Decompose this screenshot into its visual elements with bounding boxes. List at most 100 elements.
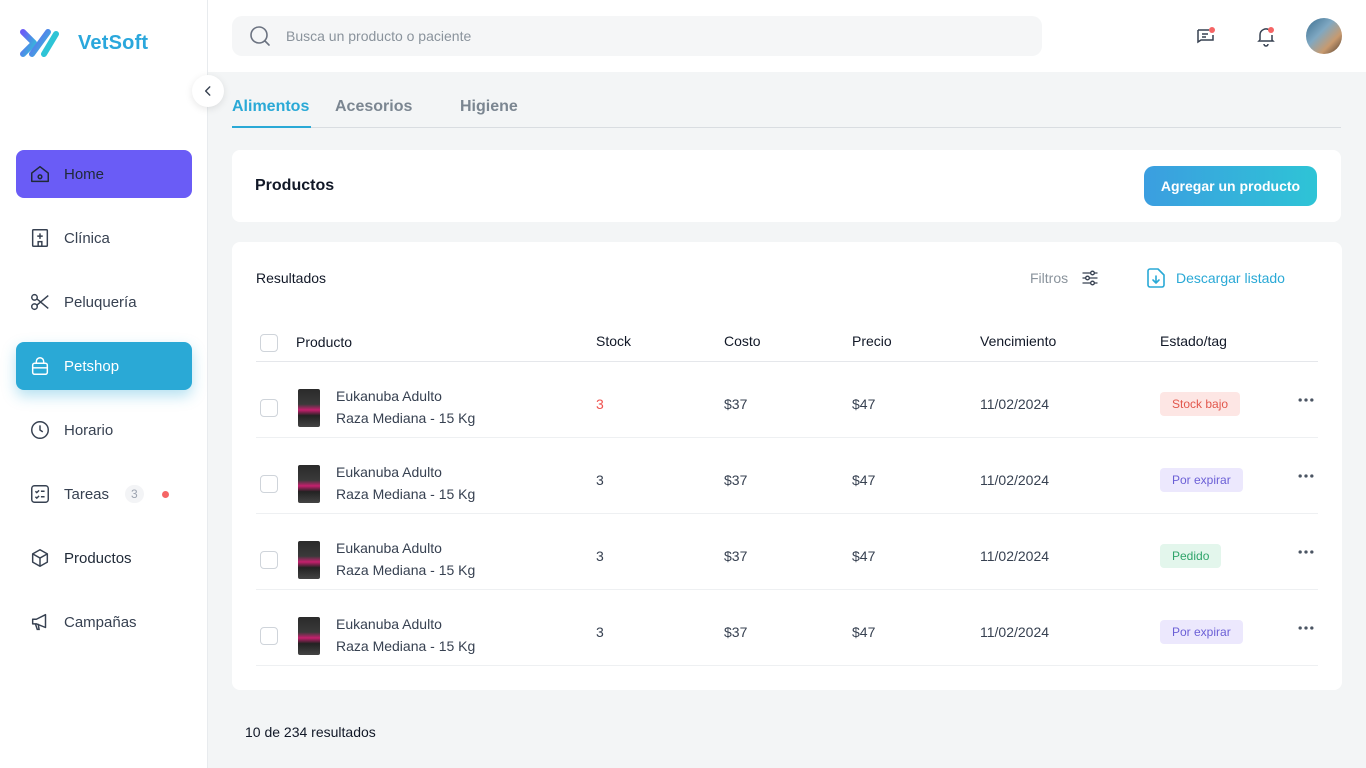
sidebar-item-label: Home <box>64 165 105 183</box>
messages-button[interactable] <box>1194 24 1218 48</box>
table-row[interactable]: Eukanuba Adulto Raza Mediana - 15 Kg 3 $… <box>256 590 1318 666</box>
sidebar-item-label: Productos <box>64 549 132 567</box>
expiry-value: 11/02/2024 <box>980 396 1050 412</box>
download-label: Descargar listado <box>1176 270 1285 286</box>
expiry-value: 11/02/2024 <box>980 472 1050 488</box>
row-checkbox[interactable] <box>260 627 278 645</box>
avatar[interactable] <box>1306 18 1342 54</box>
sidebar-item-label: Petshop <box>64 357 120 375</box>
row-checkbox[interactable] <box>260 475 278 493</box>
search-icon <box>250 26 270 46</box>
top-bar <box>208 0 1366 72</box>
bell-icon <box>1257 27 1275 47</box>
product-name: Eukanuba Adulto Raza Mediana - 15 Kg <box>336 461 475 505</box>
more-horizontal-icon <box>1298 474 1314 478</box>
clock-icon <box>28 418 52 442</box>
stock-value: 3 <box>596 396 604 412</box>
row-actions-button[interactable] <box>1296 390 1316 413</box>
shopping-bag-icon <box>28 354 52 378</box>
price-value: $47 <box>852 624 876 640</box>
more-horizontal-icon <box>1298 398 1314 402</box>
download-file-icon <box>1147 268 1165 288</box>
download-list-button[interactable]: Descargar listado <box>1144 266 1285 290</box>
price-value: $47 <box>852 472 876 488</box>
product-name-line2: Raza Mediana - 15 Kg <box>336 486 476 502</box>
tab-higiene[interactable]: Higiene <box>460 88 518 128</box>
product-name-line1: Eukanuba Adulto <box>336 540 442 556</box>
product-name-line2: Raza Mediana - 15 Kg <box>336 562 476 578</box>
sidebar-item-label: Peluquería <box>64 293 137 311</box>
price-value: $47 <box>852 548 876 564</box>
table-header: Producto Stock Costo Precio Vencimiento … <box>256 322 1318 362</box>
product-thumbnail <box>298 617 320 655</box>
table-row[interactable]: Eukanuba Adulto Raza Mediana - 15 Kg 3 $… <box>256 362 1318 438</box>
table-row[interactable]: Eukanuba Adulto Raza Mediana - 15 Kg 3 $… <box>256 438 1318 514</box>
product-name: Eukanuba Adulto Raza Mediana - 15 Kg <box>336 385 475 429</box>
logo[interactable]: VetSoft <box>20 26 148 60</box>
expiry-value: 11/02/2024 <box>980 624 1050 640</box>
status-badge: Pedido <box>1160 544 1222 568</box>
filters-button[interactable]: Filtros <box>1030 268 1100 288</box>
product-name-line2: Raza Mediana - 15 Kg <box>336 410 476 426</box>
status-badge: Stock bajo <box>1160 392 1241 416</box>
product-name-line2: Raza Mediana - 15 Kg <box>336 638 476 654</box>
search-input[interactable] <box>286 28 986 44</box>
sidebar: VetSoft Home Clínica Peluquería Petshop <box>0 0 208 768</box>
more-horizontal-icon <box>1298 550 1314 554</box>
stock-value: 3 <box>596 472 604 488</box>
product-name: Eukanuba Adulto Raza Mediana - 15 Kg <box>336 613 475 657</box>
stock-value: 3 <box>596 548 604 564</box>
select-all-checkbox[interactable] <box>260 334 278 352</box>
sidebar-item-clinica[interactable]: Clínica <box>16 214 192 262</box>
home-icon <box>28 162 52 186</box>
search-bar <box>232 16 1042 56</box>
sidebar-item-peluqueria[interactable]: Peluquería <box>16 278 192 326</box>
product-thumbnail <box>298 389 320 427</box>
vetsoft-logo-icon <box>20 29 59 57</box>
row-actions-button[interactable] <box>1296 466 1316 489</box>
sidebar-item-tareas[interactable]: Tareas 3 <box>16 470 192 518</box>
clinic-icon <box>28 226 52 250</box>
row-actions-button[interactable] <box>1296 542 1316 565</box>
sidebar-item-horario[interactable]: Horario <box>16 406 192 454</box>
tasks-count-badge: 3 <box>125 485 144 503</box>
sidebar-item-campanas[interactable]: Campañas <box>16 598 192 646</box>
row-actions-button[interactable] <box>1296 618 1316 641</box>
expiry-value: 11/02/2024 <box>980 548 1050 564</box>
status-badge: Por expirar <box>1160 620 1243 644</box>
product-name: Eukanuba Adulto Raza Mediana - 15 Kg <box>336 537 475 581</box>
sidebar-item-label: Clínica <box>64 229 110 247</box>
sidebar-item-productos[interactable]: Productos <box>16 534 192 582</box>
product-name-line1: Eukanuba Adulto <box>336 616 442 632</box>
sidebar-item-home[interactable]: Home <box>16 150 192 198</box>
tasks-notification-dot <box>161 490 169 498</box>
column-header-cost: Costo <box>724 333 761 349</box>
sidebar-item-petshop[interactable]: Petshop <box>16 342 192 390</box>
column-header-price: Precio <box>852 333 892 349</box>
filters-label: Filtros <box>1030 270 1069 286</box>
add-product-button[interactable]: Agregar un producto <box>1144 166 1317 206</box>
column-header-expiry: Vencimiento <box>980 333 1057 349</box>
cost-value: $37 <box>724 472 748 488</box>
sidebar-item-label: Horario <box>64 421 114 439</box>
status-badge: Por expirar <box>1160 468 1243 492</box>
cost-value: $37 <box>724 548 748 564</box>
pagination-summary: 10 de 234 resultados <box>245 724 376 740</box>
more-horizontal-icon <box>1298 626 1314 630</box>
sidebar-item-label: Campañas <box>64 613 137 631</box>
stock-value: 3 <box>596 624 604 640</box>
tab-acesorios[interactable]: Acesorios <box>335 88 460 128</box>
products-header-card: Productos Agregar un producto <box>232 150 1341 222</box>
row-checkbox[interactable] <box>260 551 278 569</box>
page-title: Productos <box>255 177 335 194</box>
box-icon <box>28 546 52 570</box>
tab-alimentos[interactable]: Alimentos <box>232 88 311 128</box>
tab-spacer <box>311 88 335 128</box>
collapse-sidebar-button[interactable] <box>192 75 224 107</box>
notifications-button[interactable] <box>1254 24 1278 48</box>
sidebar-item-label: Tareas <box>64 485 110 503</box>
table-row[interactable]: Eukanuba Adulto Raza Mediana - 15 Kg 3 $… <box>256 514 1318 590</box>
column-header-product: Producto <box>296 334 353 350</box>
chevron-left-icon <box>204 86 211 96</box>
row-checkbox[interactable] <box>260 399 278 417</box>
